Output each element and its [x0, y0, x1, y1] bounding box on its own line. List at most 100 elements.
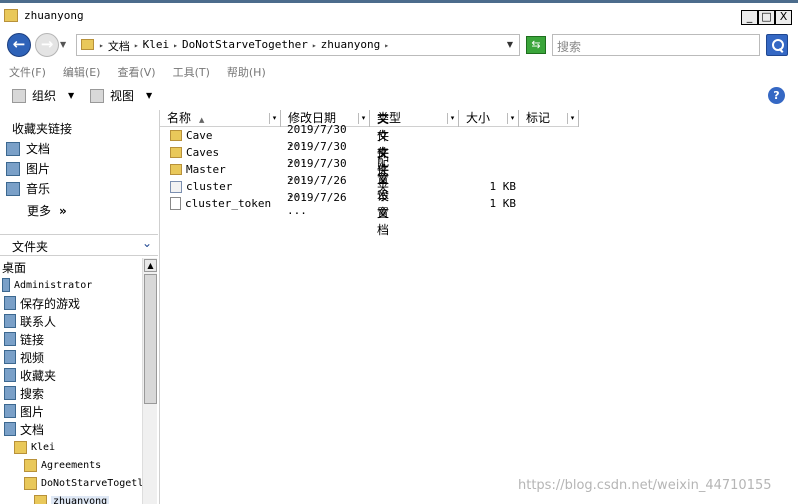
- breadcrumb-item[interactable]: 文档: [108, 38, 130, 54]
- tree-item-contacts[interactable]: 联系人: [4, 312, 56, 330]
- sort-ascending-icon: ▲: [199, 116, 205, 124]
- tree-item-videos[interactable]: 视频: [4, 348, 44, 366]
- column-filter-dropdown[interactable]: ▾: [447, 113, 457, 124]
- menu-edit[interactable]: 编辑(E): [54, 62, 109, 82]
- tree-item-label: 联系人: [20, 314, 57, 329]
- menu-file[interactable]: 文件(F): [0, 62, 54, 82]
- tree-item-agreements[interactable]: Agreements: [24, 456, 101, 474]
- folders-header[interactable]: 文件夹 ⌄: [0, 234, 158, 256]
- double-chevron-right-icon: »: [59, 204, 67, 218]
- column-header-name[interactable]: 名称 ▲ ▾: [160, 110, 281, 127]
- favorite-links-title: 收藏夹链接: [12, 122, 73, 136]
- help-icon[interactable]: ?: [768, 87, 785, 104]
- tree-item-label: 链接: [20, 332, 45, 347]
- minimize-button[interactable]: _: [741, 10, 758, 25]
- text-file-icon: [170, 197, 181, 210]
- arrow-left-icon: ←: [12, 35, 26, 53]
- tree-item-donotstarvetogether[interactable]: DoNotStarveTogetl: [24, 474, 142, 492]
- favorite-link-pictures[interactable]: 图片: [6, 160, 50, 177]
- searches-icon: [4, 386, 16, 400]
- folder-icon: [24, 458, 37, 472]
- folder-tree-scrollbar[interactable]: ▲: [142, 258, 157, 504]
- views-button[interactable]: 视图 ▼: [90, 87, 152, 104]
- column-filter-dropdown[interactable]: ▾: [269, 113, 279, 124]
- folder-icon: [14, 440, 27, 454]
- close-button[interactable]: X: [775, 10, 792, 25]
- maximize-button[interactable]: □: [758, 10, 775, 25]
- favorite-link-music[interactable]: 音乐: [6, 180, 50, 197]
- organize-button[interactable]: 组织 ▼: [12, 87, 74, 104]
- organize-label: 组织: [32, 89, 57, 103]
- tree-item-pictures[interactable]: 图片: [4, 402, 44, 420]
- column-filter-dropdown[interactable]: ▾: [507, 113, 517, 124]
- tree-item-label: 视频: [20, 350, 45, 365]
- folder-tree: 桌面 Administrator 保存的游戏 联系人 链接 视频 收藏夹 搜索: [0, 258, 142, 504]
- file-name: Master: [186, 163, 226, 176]
- tree-item-label: 收藏夹: [20, 368, 57, 383]
- tree-item-klei[interactable]: Klei: [14, 438, 55, 456]
- tree-item-documents[interactable]: 文档: [4, 420, 44, 438]
- back-button[interactable]: ←: [7, 33, 31, 57]
- arrow-right-icon: →: [40, 35, 54, 53]
- breadcrumb-item[interactable]: zhuanyong: [321, 38, 381, 54]
- tree-item-label: 保存的游戏: [20, 296, 81, 311]
- address-field[interactable]: ▸ 文档 ▸ Klei ▸ DoNotStarveTogether ▸ zhua…: [76, 34, 520, 56]
- folder-icon: [34, 494, 47, 504]
- refresh-button[interactable]: ⇆: [526, 36, 546, 54]
- file-date: 2019/7/26 ...: [287, 190, 347, 217]
- forward-button[interactable]: →: [35, 33, 59, 57]
- menu-tools[interactable]: 工具(T): [164, 62, 218, 82]
- more-links-button[interactable]: 更多 »: [27, 202, 67, 219]
- chevron-right-icon[interactable]: ▸: [173, 38, 178, 54]
- scrollbar-thumb[interactable]: [144, 274, 157, 404]
- search-button[interactable]: [766, 34, 788, 56]
- chevron-down-icon: ▼: [68, 91, 75, 100]
- file-size: 1 KB: [489, 180, 517, 193]
- menu-view[interactable]: 查看(V): [108, 62, 163, 82]
- user-folder-icon: [2, 278, 10, 292]
- file-size: 1 KB: [489, 197, 517, 210]
- chevron-down-icon[interactable]: ⌄: [142, 236, 152, 250]
- tree-item-searches[interactable]: 搜索: [4, 384, 44, 402]
- documents-icon: [4, 422, 16, 436]
- views-icon: [90, 88, 104, 103]
- tree-item-favorites[interactable]: 收藏夹: [4, 366, 56, 384]
- documents-icon: [6, 141, 20, 156]
- favorite-link-documents[interactable]: 文档: [6, 140, 50, 157]
- breadcrumb-item[interactable]: Klei: [143, 38, 170, 54]
- search-input[interactable]: 搜索: [552, 34, 760, 56]
- column-header-size[interactable]: 大小 ▾: [459, 110, 519, 127]
- folder-icon: [170, 130, 182, 141]
- tree-item-label: Administrator: [14, 279, 93, 291]
- tree-item-label: DoNotStarveTogetl: [41, 477, 142, 489]
- column-filter-dropdown[interactable]: ▾: [567, 113, 577, 124]
- column-filter-dropdown[interactable]: ▾: [358, 113, 368, 124]
- command-bar: 组织 ▼ 视图 ▼ ?: [0, 82, 798, 110]
- tree-item-links[interactable]: 链接: [4, 330, 44, 348]
- tree-item-saved-games[interactable]: 保存的游戏: [4, 294, 80, 312]
- menu-help[interactable]: 帮助(H): [218, 62, 274, 82]
- folder-icon: [170, 164, 182, 175]
- menu-bar: 文件(F) 编辑(E) 查看(V) 工具(T) 帮助(H): [0, 62, 798, 82]
- chevron-right-icon[interactable]: ▸: [384, 38, 389, 54]
- chevron-right-icon[interactable]: ▸: [99, 38, 104, 54]
- tree-item-administrator[interactable]: Administrator: [2, 276, 92, 294]
- chevron-right-icon[interactable]: ▸: [312, 38, 317, 54]
- tree-item-label: 图片: [20, 404, 45, 419]
- navigation-pane: 收藏夹链接 文档 图片 音乐 更多» 文件夹 ⌄ 桌面 Administrato…: [0, 110, 160, 504]
- file-name: cluster: [186, 180, 233, 193]
- column-label: 名称: [167, 111, 192, 125]
- watermark: https://blog.csdn.net/weixin_44710155: [518, 478, 772, 493]
- address-dropdown-icon[interactable]: ▼: [507, 40, 513, 49]
- tree-item-zhuanyong[interactable]: zhuanyong: [34, 492, 110, 504]
- recent-pages-chevron-icon[interactable]: ▼: [60, 40, 66, 49]
- videos-icon: [4, 350, 16, 364]
- breadcrumb-item[interactable]: DoNotStarveTogether: [182, 38, 308, 54]
- column-header-tags[interactable]: 标记 ▾: [519, 110, 579, 127]
- tree-item-label: Klei: [31, 441, 56, 453]
- config-file-icon: [170, 180, 182, 193]
- tree-item-desktop[interactable]: 桌面: [2, 258, 26, 276]
- scroll-up-icon[interactable]: ▲: [144, 259, 157, 272]
- chevron-right-icon[interactable]: ▸: [134, 38, 139, 54]
- saved-games-icon: [4, 296, 16, 310]
